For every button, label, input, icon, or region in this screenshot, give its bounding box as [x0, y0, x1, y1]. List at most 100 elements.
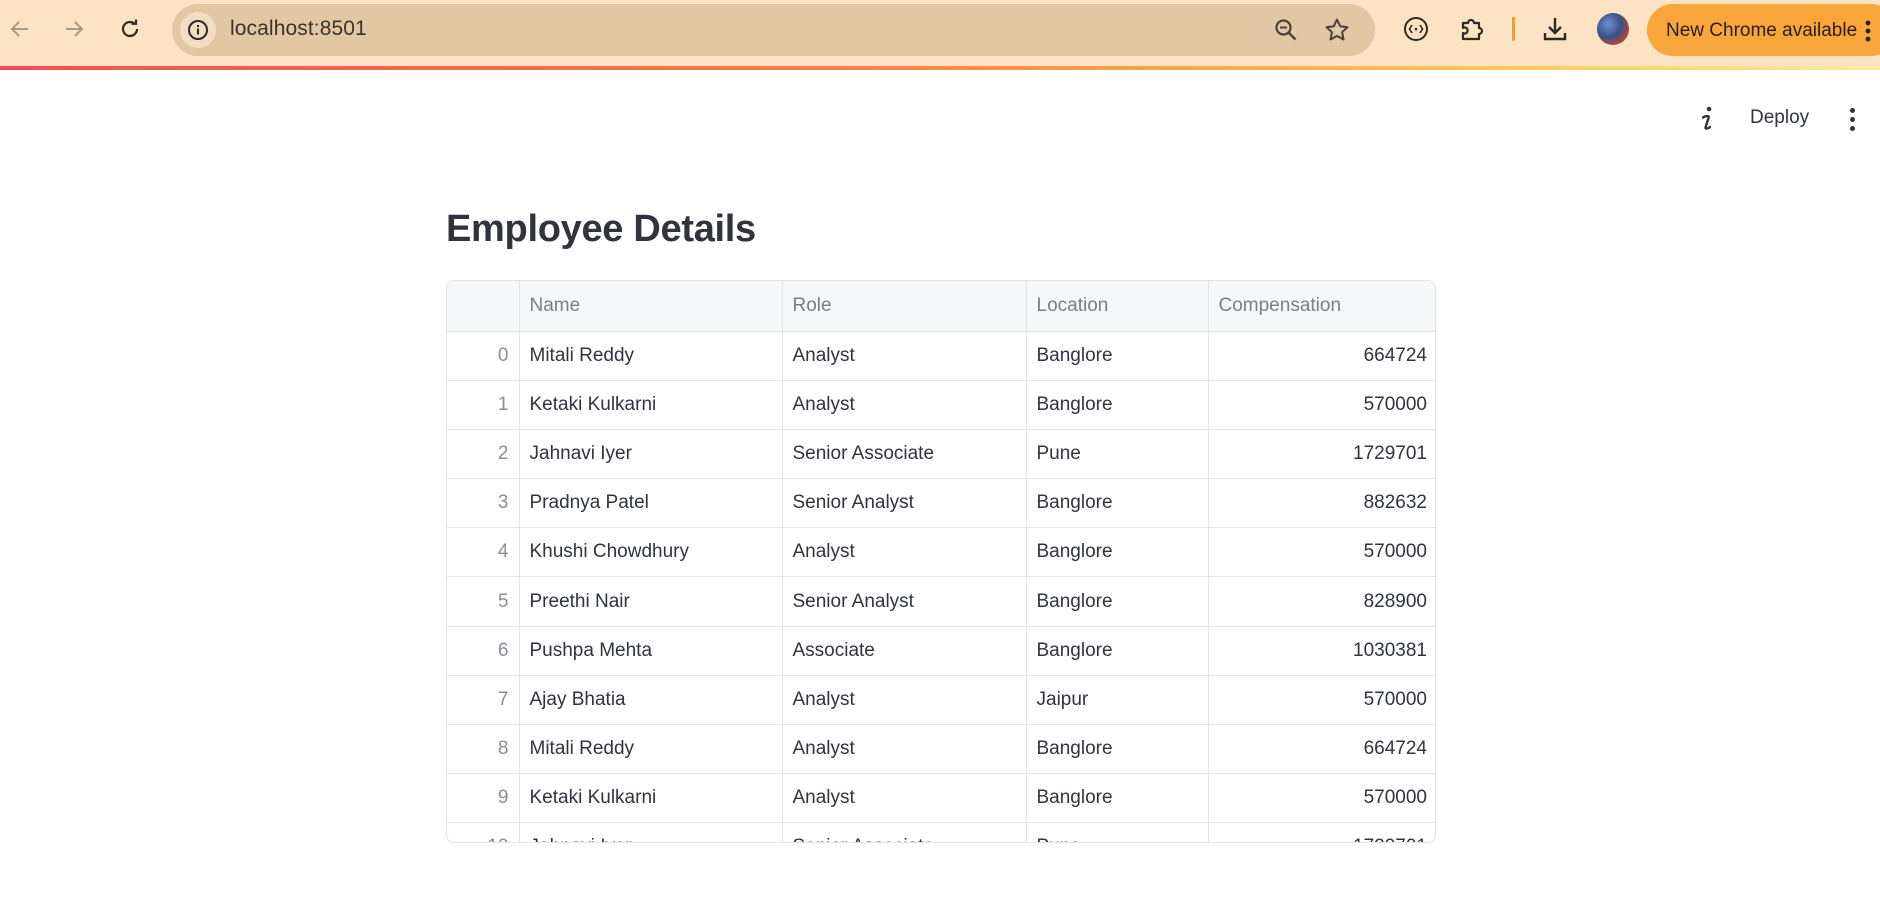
loading-accent-bar — [0, 66, 1880, 70]
cell-name[interactable]: Mitali Reddy — [519, 724, 783, 775]
cell-compensation[interactable]: 882632 — [1208, 478, 1435, 529]
cell-location[interactable]: Banglore — [1026, 331, 1209, 381]
cell-location[interactable]: Banglore — [1026, 527, 1209, 578]
row-index: 0 — [447, 331, 520, 381]
arrow-forward-icon — [66, 21, 84, 37]
cell-name[interactable]: Khushi Chowdhury — [519, 527, 783, 578]
reload-icon — [121, 19, 139, 38]
cell-role[interactable]: Senior Associate — [782, 429, 1027, 480]
main-menu-button[interactable] — [1840, 104, 1864, 134]
table-row[interactable]: 10 Jahnavi Iyer Senior Associate Pune 17… — [447, 822, 1435, 842]
cell-compensation[interactable]: 570000 — [1208, 773, 1435, 824]
cell-role[interactable]: Senior Analyst — [782, 576, 1027, 627]
table-header-row: Name Role Location Compensation — [447, 281, 1435, 332]
cell-compensation[interactable]: 570000 — [1208, 527, 1435, 578]
cell-location[interactable]: Banglore — [1026, 478, 1209, 529]
column-header-role[interactable]: Role — [782, 281, 1027, 332]
cell-name[interactable]: Ketaki Kulkarni — [519, 773, 783, 824]
toolbar-separator — [1512, 17, 1515, 41]
cell-role[interactable]: Analyst — [782, 675, 1027, 726]
column-header-compensation[interactable]: Compensation — [1208, 281, 1435, 332]
page-title: Employee Details — [446, 208, 756, 250]
cell-compensation[interactable]: 1030381 — [1208, 626, 1435, 676]
address-bar[interactable]: localhost:8501 — [172, 4, 1375, 56]
media-control-button[interactable] — [1399, 12, 1433, 46]
cell-location[interactable]: Pune — [1026, 429, 1209, 480]
table-row[interactable]: 4 Khushi Chowdhury Analyst Banglore 5700… — [447, 527, 1435, 578]
chrome-menu-icon — [1865, 20, 1871, 42]
cell-name[interactable]: Preethi Nair — [519, 576, 783, 627]
table-row[interactable]: 9 Ketaki Kulkarni Analyst Banglore 57000… — [447, 773, 1435, 824]
cell-role[interactable]: Analyst — [782, 724, 1027, 775]
employee-dataframe[interactable]: Name Role Location Compensation 0 Mitali… — [446, 280, 1436, 843]
cell-compensation[interactable]: 1729701 — [1208, 822, 1435, 842]
site-info-button[interactable] — [180, 12, 216, 48]
info-icon — [188, 20, 208, 40]
column-header-name[interactable]: Name — [519, 281, 783, 332]
cell-name[interactable]: Ketaki Kulkarni — [519, 380, 783, 430]
cell-name[interactable]: Mitali Reddy — [519, 331, 783, 381]
cell-location[interactable]: Banglore — [1026, 380, 1209, 430]
forward-button[interactable] — [56, 11, 92, 47]
zoom-button[interactable] — [1272, 16, 1300, 44]
star-icon — [1325, 18, 1349, 41]
table-row[interactable]: 2 Jahnavi Iyer Senior Associate Pune 172… — [447, 429, 1435, 480]
cell-compensation[interactable]: 570000 — [1208, 675, 1435, 726]
cell-compensation[interactable]: 1729701 — [1208, 429, 1435, 480]
cell-compensation[interactable]: 828900 — [1208, 576, 1435, 627]
row-index: 4 — [447, 527, 520, 578]
row-index: 2 — [447, 429, 520, 480]
cell-role[interactable]: Analyst — [782, 527, 1027, 578]
table-row[interactable]: 7 Ajay Bhatia Analyst Jaipur 570000 — [447, 675, 1435, 726]
download-icon — [1543, 18, 1567, 41]
kebab-dot — [1849, 107, 1855, 113]
bookmark-button[interactable] — [1323, 16, 1351, 44]
cell-compensation[interactable]: 664724 — [1208, 724, 1435, 775]
reload-button[interactable] — [112, 11, 148, 47]
cell-role[interactable]: Analyst — [782, 331, 1027, 381]
cell-role[interactable]: Senior Analyst — [782, 478, 1027, 529]
table-row[interactable]: 3 Pradnya Patel Senior Analyst Banglore … — [447, 478, 1435, 529]
row-index: 8 — [447, 724, 520, 775]
row-index: 6 — [447, 626, 520, 676]
column-header-index — [447, 281, 520, 332]
cell-name[interactable]: Jahnavi Iyer — [519, 822, 783, 842]
employee-table: Name Role Location Compensation 0 Mitali… — [447, 281, 1435, 842]
table-row[interactable]: 8 Mitali Reddy Analyst Banglore 664724 — [447, 724, 1435, 775]
puzzle-icon — [1461, 18, 1484, 41]
cell-location[interactable]: Pune — [1026, 822, 1209, 842]
downloads-button[interactable] — [1538, 12, 1572, 46]
table-row[interactable]: 6 Pushpa Mehta Associate Banglore 103038… — [447, 626, 1435, 676]
column-header-location[interactable]: Location — [1026, 281, 1209, 332]
row-index: 3 — [447, 478, 520, 529]
cell-location[interactable]: Banglore — [1026, 626, 1209, 676]
deploy-button[interactable]: Deploy — [1744, 104, 1815, 132]
cell-name[interactable]: Pushpa Mehta — [519, 626, 783, 676]
profile-avatar[interactable] — [1597, 13, 1629, 45]
kebab-dot — [1849, 125, 1855, 131]
row-index: 5 — [447, 576, 520, 627]
table-row[interactable]: 0 Mitali Reddy Analyst Banglore 664724 — [447, 331, 1435, 381]
back-button[interactable] — [2, 11, 38, 47]
cell-role[interactable]: Analyst — [782, 380, 1027, 430]
cell-name[interactable]: Ajay Bhatia — [519, 675, 783, 726]
kebab-dot — [1849, 116, 1855, 122]
cell-role[interactable]: Analyst — [782, 773, 1027, 824]
row-index: 7 — [447, 675, 520, 726]
extensions-button[interactable] — [1455, 12, 1489, 46]
cell-role[interactable]: Associate — [782, 626, 1027, 676]
cell-location[interactable]: Banglore — [1026, 724, 1209, 775]
cell-location[interactable]: Jaipur — [1026, 675, 1209, 726]
cell-compensation[interactable]: 570000 — [1208, 380, 1435, 430]
cell-name[interactable]: Pradnya Patel — [519, 478, 783, 529]
info-italic-icon[interactable] — [1694, 104, 1720, 134]
row-index: 10 — [447, 822, 520, 842]
table-row[interactable]: 1 Ketaki Kulkarni Analyst Banglore 57000… — [447, 380, 1435, 430]
cell-name[interactable]: Jahnavi Iyer — [519, 429, 783, 480]
cell-location[interactable]: Banglore — [1026, 773, 1209, 824]
cell-compensation[interactable]: 664724 — [1208, 331, 1435, 381]
new-chrome-available-button[interactable]: New Chrome available — [1647, 4, 1880, 56]
table-row[interactable]: 5 Preethi Nair Senior Analyst Banglore 8… — [447, 576, 1435, 627]
cell-location[interactable]: Banglore — [1026, 576, 1209, 627]
cell-role[interactable]: Senior Associate — [782, 822, 1027, 842]
